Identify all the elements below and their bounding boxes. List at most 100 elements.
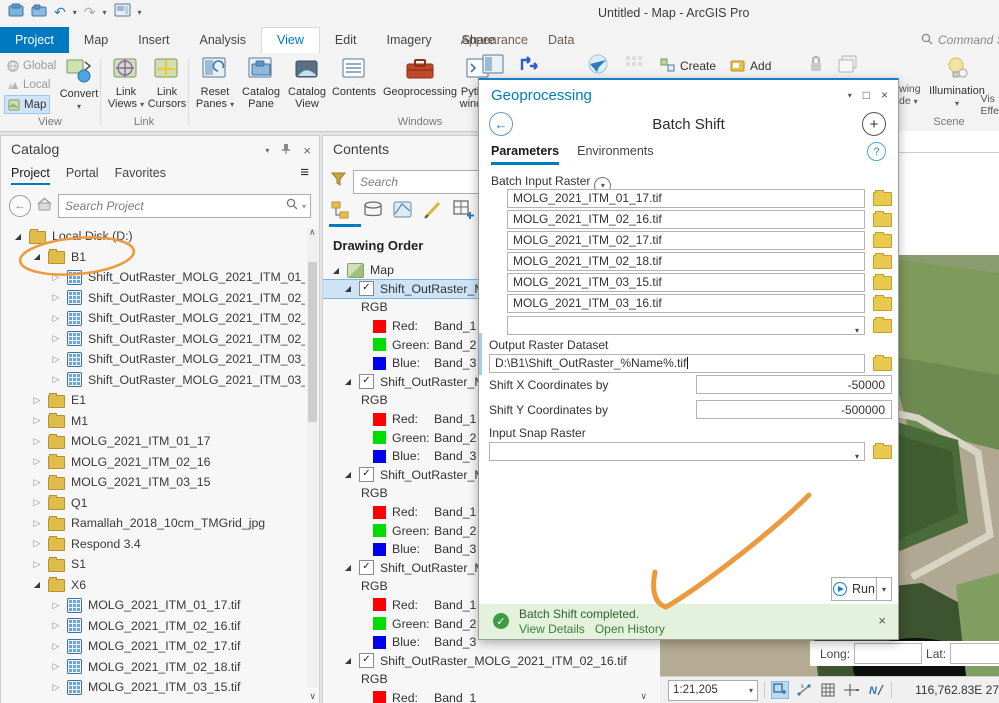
tree-item[interactable]: ◢B1 (1, 247, 305, 268)
scroll-down-icon[interactable]: ∨ (309, 691, 316, 702)
help-icon[interactable]: ? (867, 142, 886, 161)
close-icon[interactable]: × (881, 88, 888, 102)
tree-item[interactable]: ▷MOLG_2021_ITM_03_15.tif (1, 677, 305, 698)
batch-input-value[interactable]: MOLG_2021_ITM_03_16.tif (507, 294, 865, 313)
tree-item[interactable]: ▷Shift_OutRaster_MOLG_2021_ITM_02_16.tif (1, 288, 305, 309)
batch-input-value[interactable]: MOLG_2021_ITM_01_17.tif (507, 189, 865, 208)
layer-visibility-checkbox[interactable]: ✓ (359, 467, 374, 482)
tab-view[interactable]: View (261, 27, 320, 53)
expanded-expander-icon[interactable]: ◢ (32, 252, 42, 261)
back-icon[interactable]: ← (9, 195, 31, 217)
scrollbar-thumb[interactable] (308, 262, 317, 422)
snapping-toggle[interactable] (771, 681, 789, 699)
tree-item[interactable]: ▷MOLG_2021_ITM_02_16 (1, 452, 305, 473)
tab-parameters[interactable]: Parameters (491, 144, 559, 165)
tree-item[interactable]: ◢X6 (1, 575, 305, 596)
scroll-down-icon[interactable]: ∨ (640, 691, 647, 702)
scroll-up-icon[interactable]: ∧ (309, 227, 316, 238)
catalog-tab-project[interactable]: Project (11, 166, 50, 185)
browse-folder-icon[interactable] (873, 445, 892, 459)
add-to-project-icon[interactable]: + (862, 112, 886, 136)
tree-item[interactable]: ▷MOLG_2021_ITM_02_16.tif (1, 616, 305, 637)
tab-analysis[interactable]: Analysis (185, 27, 262, 53)
collapsed-expander-icon[interactable]: ▷ (51, 333, 61, 344)
batch-input-empty-combo[interactable]: ▾ (507, 316, 865, 335)
collapsed-expander-icon[interactable]: ▷ (32, 518, 42, 529)
collapsed-expander-icon[interactable]: ▷ (51, 292, 61, 303)
collapsed-expander-icon[interactable]: ▷ (51, 600, 61, 611)
batch-input-value[interactable]: MOLG_2021_ITM_02_16.tif (507, 210, 865, 229)
output-raster-input[interactable]: D:\B1\Shift_OutRaster_%Name%.tif (489, 354, 865, 373)
catalog-tab-portal[interactable]: Portal (66, 166, 99, 185)
measure-icon[interactable] (795, 681, 813, 699)
catalog-scrollbar[interactable]: ∧ (307, 228, 318, 688)
tree-item[interactable]: ▷M1 (1, 411, 305, 432)
map-button[interactable]: Map (4, 95, 50, 114)
tree-item[interactable]: ▷Shift_OutRaster_MOLG_2021_ITM_03_16.tif (1, 370, 305, 391)
browse-folder-icon[interactable] (873, 213, 892, 227)
tree-item[interactable]: ▷Shift_OutRaster_MOLG_2021_ITM_01_17.tif (1, 267, 305, 288)
search-dropdown-icon[interactable]: ▾ (302, 202, 306, 211)
batch-input-value[interactable]: MOLG_2021_ITM_03_15.tif (507, 273, 865, 292)
tab-data[interactable]: Data (538, 27, 584, 53)
expanded-expander-icon[interactable]: ◢ (343, 284, 353, 293)
grid-icon[interactable] (819, 681, 837, 699)
run-button[interactable]: Run (831, 577, 877, 601)
browse-folder-icon[interactable] (873, 319, 892, 333)
maximize-icon[interactable]: □ (863, 88, 870, 102)
convert-dropdown-icon[interactable]: ▾ (77, 102, 81, 111)
tab-insert[interactable]: Insert (123, 27, 184, 53)
tree-item[interactable]: ▷Respond 3.4 (1, 534, 305, 555)
tree-item[interactable]: ▷MOLG_2021_ITM_02_18.tif (1, 657, 305, 678)
convert-button[interactable]: Convert ▾ (56, 59, 102, 113)
collapsed-expander-icon[interactable]: ▷ (32, 456, 42, 467)
expanded-expander-icon[interactable]: ◢ (343, 563, 353, 572)
tree-item[interactable]: ▷MOLG_2021_ITM_03_15 (1, 472, 305, 493)
locate-icon[interactable] (586, 54, 610, 77)
browse-folder-icon[interactable] (873, 192, 892, 206)
catalog-view-button[interactable]: Catalog View (284, 57, 330, 110)
undo-icon[interactable]: ↶ (54, 4, 66, 21)
tree-item[interactable]: ◢Local Disk (D:) (1, 226, 305, 247)
search-icon[interactable] (286, 197, 298, 215)
reset-panes-button[interactable]: Reset Panes ▾ (192, 57, 238, 111)
home-icon[interactable] (37, 197, 52, 216)
command-search[interactable]: Command Search (921, 30, 999, 50)
list-by-data-source-icon[interactable] (363, 200, 383, 225)
collapsed-expander-icon[interactable]: ▷ (32, 538, 42, 549)
tree-item[interactable]: ▷MOLG_2021_ITM_01_17.tif (1, 595, 305, 616)
catalog-pane-button[interactable]: Catalog Pane (238, 57, 284, 110)
lat-input[interactable] (950, 643, 999, 664)
collapsed-expander-icon[interactable]: ▷ (51, 272, 61, 283)
long-input[interactable] (854, 643, 922, 664)
customize-qat-icon[interactable]: ▾ (138, 8, 142, 17)
close-icon[interactable]: × (878, 613, 886, 628)
expanded-expander-icon[interactable]: ◢ (13, 232, 23, 241)
collapsed-expander-icon[interactable]: ▷ (32, 559, 42, 570)
collapsed-expander-icon[interactable]: ▷ (51, 641, 61, 652)
create-button[interactable]: Create (660, 58, 716, 73)
batch-input-value[interactable]: MOLG_2021_ITM_02_17.tif (507, 231, 865, 250)
collapsed-expander-icon[interactable]: ▷ (32, 395, 42, 406)
collapsed-expander-icon[interactable]: ▷ (51, 620, 61, 631)
collapsed-expander-icon[interactable]: ▷ (32, 436, 42, 447)
tab-edit[interactable]: Edit (320, 27, 372, 53)
contents-search-box[interactable] (353, 170, 485, 194)
expanded-expander-icon[interactable]: ◢ (343, 377, 353, 386)
layer-item[interactable]: ◢✓Shift_OutRaster_MOLG_2021_ITM_02_16.ti… (323, 651, 661, 670)
collapsed-expander-icon[interactable]: ▷ (32, 497, 42, 508)
save-icon[interactable] (8, 3, 24, 22)
contents-button[interactable]: Contents (328, 57, 380, 98)
view-details-link[interactable]: View Details (519, 622, 585, 636)
collapsed-expander-icon[interactable]: ▷ (51, 661, 61, 672)
collapsed-expander-icon[interactable]: ▷ (51, 354, 61, 365)
tree-item[interactable]: ▷E1 (1, 390, 305, 411)
layer-visibility-checkbox[interactable]: ✓ (359, 281, 374, 296)
tree-item[interactable]: ▷S1 (1, 554, 305, 575)
tree-item[interactable]: ▷Shift_OutRaster_MOLG_2021_ITM_02_18.tif (1, 329, 305, 350)
expanded-expander-icon[interactable]: ◢ (331, 266, 341, 275)
expanded-expander-icon[interactable]: ◢ (343, 656, 353, 665)
menu-icon[interactable]: ≡ (300, 164, 309, 181)
browse-folder-icon[interactable] (873, 255, 892, 269)
close-icon[interactable]: × (303, 143, 311, 158)
